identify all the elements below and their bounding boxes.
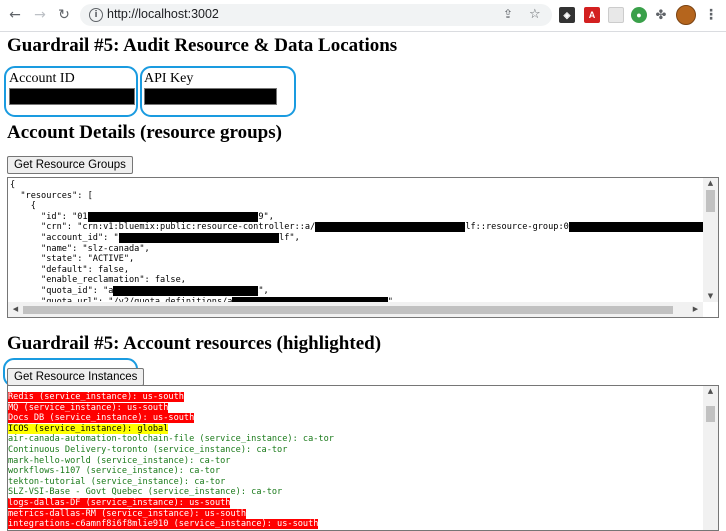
json-text: "enable_reclamation": false, (10, 275, 186, 286)
json-text: "resources": [ (10, 190, 93, 201)
json-line: { (10, 180, 718, 191)
account-id-input[interactable] (9, 88, 135, 105)
json-line: "state": "ACTIVE", (10, 254, 718, 265)
redacted-value: XXXXXXXXXXXXXXXXXXXXXXXXXXXXX (315, 222, 466, 233)
json-text: "name": "slz-canada", (10, 243, 150, 254)
redacted-value: XXXXXXXXXXXXXXXXXXXXXXXXXXXXXXXXXXXX (568, 222, 718, 233)
share-icon[interactable]: ⇪ (503, 7, 513, 21)
browser-toolbar: ← → ↻ i http://localhost:3002 ⇪ ☆ ◈ A ● … (0, 0, 726, 32)
json-text: "id": "01 (10, 211, 88, 222)
menu-kebab-icon[interactable]: ⋮ (702, 6, 720, 24)
bookmark-star-icon[interactable]: ☆ (529, 7, 541, 22)
json-line: "crn": "crn:v1:bluemix:public:resource-c… (10, 222, 718, 233)
json-text: lf::resource-group:0 (465, 222, 569, 233)
json-line: { (10, 201, 718, 212)
json-line: "enable_reclamation": false, (10, 275, 718, 286)
resource-instances-vertical-scrollbar[interactable]: ▲ (703, 386, 718, 530)
redacted-value: XXXXXXXXXXXXXXXXXXXXXXXXXXXXXXX (118, 232, 280, 243)
puzzle-extensions-icon[interactable]: ✤ (652, 7, 670, 25)
json-text: ", (258, 285, 269, 296)
account-details-heading: Account Details (resource groups) (7, 122, 282, 143)
api-key-label: API Key (144, 71, 194, 86)
extension-icon-3[interactable] (608, 7, 624, 23)
extension-icon-4[interactable]: ● (631, 7, 647, 23)
address-bar[interactable]: i http://localhost:3002 ⇪ ☆ (80, 4, 552, 26)
resource-groups-vertical-scrollbar[interactable]: ▲ ▼ (703, 178, 718, 302)
json-line: "default": false, (10, 264, 718, 276)
info-icon[interactable]: i (89, 8, 103, 22)
resource-instance-line: integrations-c6amnf8i6f8mlie910 (service… (8, 519, 319, 530)
resource-instances-list: Redis (service_instance): us-south MQ (se… (8, 386, 334, 530)
resource-groups-json: { "resources": [ { "id": "01XXXXXXXXXXXX… (10, 180, 718, 307)
account-resources-heading: Guardrail #5: Account resources (highlig… (7, 333, 382, 354)
url-text: http://localhost:3002 (107, 7, 219, 21)
json-text: "state": "ACTIVE", (10, 254, 135, 265)
get-resource-groups-button[interactable]: Get Resource Groups (7, 156, 133, 174)
json-text: { (10, 180, 16, 190)
json-text: "quota_id": "a (10, 285, 114, 296)
json-text: 9", (258, 211, 274, 222)
resource-groups-output[interactable]: { "resources": [ { "id": "01XXXXXXXXXXXX… (7, 177, 719, 318)
forward-arrow-icon[interactable]: → (31, 6, 49, 24)
account-id-label: Account ID (9, 71, 75, 86)
scroll-up-arrow-icon[interactable]: ▲ (703, 387, 718, 395)
resource-groups-horizontal-scrollbar[interactable]: ◀ ▶ (8, 302, 703, 317)
json-line: "resources": [ (10, 190, 718, 202)
reload-icon[interactable]: ↻ (55, 6, 73, 24)
api-key-input[interactable] (144, 88, 277, 105)
json-text: "account_id": " (10, 232, 119, 243)
json-text: "default": false, (10, 264, 129, 275)
json-text: "crn": "crn:v1:bluemix:public:resource-c… (10, 222, 316, 233)
json-line: "quota_id": "aXXXXXXXXXXXXXXXXXXXXXXXXXX… (10, 285, 718, 297)
json-text: { (10, 201, 36, 212)
scroll-right-arrow-icon[interactable]: ▶ (688, 305, 703, 313)
scrollbar-thumb[interactable] (706, 190, 715, 212)
pdf-extension-icon[interactable]: A (584, 7, 600, 23)
resource-instances-output[interactable]: Redis (service_instance): us-south MQ (se… (7, 385, 719, 531)
scroll-down-arrow-icon[interactable]: ▼ (703, 292, 718, 300)
page-title: Guardrail #5: Audit Resource & Data Loca… (7, 35, 398, 56)
json-text: lf", (279, 232, 300, 243)
back-arrow-icon[interactable]: ← (6, 6, 24, 24)
horizontal-scrollbar-thumb[interactable] (23, 306, 673, 314)
redacted-value: XXXXXXXXXXXXXXXXXXXXXXXXXXXX (113, 285, 259, 296)
json-line: "name": "slz-canada", (10, 243, 718, 255)
redacted-value: XXXXXXXXXXXXXXXXXXXXXXXXXXXXXXXXX (87, 211, 259, 222)
json-line: "account_id": "XXXXXXXXXXXXXXXXXXXXXXXXX… (10, 232, 718, 244)
scrollbar-thumb[interactable] (706, 406, 715, 422)
extension-icon-1[interactable]: ◈ (559, 7, 575, 23)
scroll-left-arrow-icon[interactable]: ◀ (8, 305, 23, 313)
scroll-up-arrow-icon[interactable]: ▲ (703, 179, 718, 187)
json-line: "id": "01XXXXXXXXXXXXXXXXXXXXXXXXXXXXXXX… (10, 211, 718, 223)
profile-avatar[interactable] (676, 5, 696, 25)
get-resource-instances-button[interactable]: Get Resource Instances (7, 368, 145, 386)
